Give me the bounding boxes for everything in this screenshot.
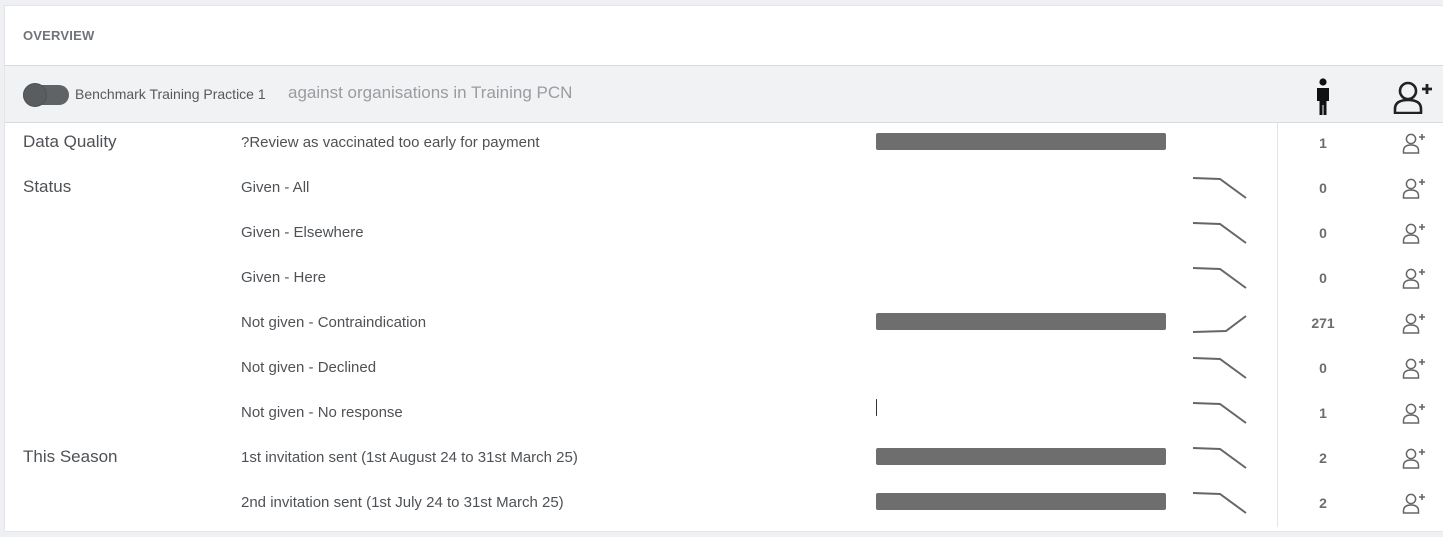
table-row[interactable]: Given - Here 0 <box>5 259 1443 304</box>
trend-sparkline <box>1192 447 1247 469</box>
row-label[interactable]: Not given - Contraindication <box>241 314 426 331</box>
row-label[interactable]: Given - All <box>241 179 309 196</box>
add-person-icon[interactable] <box>1402 492 1426 514</box>
benchmark-bar-fill <box>876 399 877 416</box>
row-count: 271 <box>1311 315 1335 331</box>
row-count: 2 <box>1319 450 1327 466</box>
add-person-icon[interactable] <box>1402 177 1426 199</box>
table-row[interactable]: This Season 1st invitation sent (1st Augu… <box>5 439 1443 484</box>
row-label[interactable]: 2nd invitation sent (1st July 24 to 31st… <box>241 494 564 511</box>
trend-sparkline <box>1192 492 1247 514</box>
add-person-icon[interactable] <box>1402 222 1426 244</box>
row-category: Status <box>23 177 72 196</box>
table-row[interactable]: Data Quality ?Review as vaccinated too ea… <box>5 124 1443 169</box>
table-row[interactable]: Not given - Declined 0 <box>5 349 1443 394</box>
add-person-icon[interactable] <box>1402 357 1426 379</box>
row-label[interactable]: Given - Elsewhere <box>241 224 364 241</box>
row-count: 2 <box>1319 495 1327 511</box>
add-person-icon[interactable] <box>1393 80 1433 114</box>
benchmark-bar-fill <box>876 448 1166 465</box>
overview-title: OVERVIEW <box>23 28 95 43</box>
trend-sparkline <box>1192 267 1247 289</box>
row-label[interactable]: Given - Here <box>241 269 326 286</box>
table-row[interactable]: Status Given - All 0 <box>5 169 1443 214</box>
overview-panel: OVERVIEW Benchmark Training Practice 1 a… <box>4 5 1443 532</box>
row-count: 0 <box>1319 180 1327 196</box>
benchmark-against-text: against organisations in Training PCN <box>288 83 573 102</box>
benchmark-bar-fill <box>876 133 1166 150</box>
row-count: 0 <box>1319 360 1327 376</box>
row-label[interactable]: ?Review as vaccinated too early for paym… <box>241 134 539 151</box>
row-count: 0 <box>1319 270 1327 286</box>
trend-sparkline <box>1192 177 1247 199</box>
add-person-icon[interactable] <box>1402 267 1426 289</box>
table-row[interactable]: Not given - No response 1 <box>5 394 1443 439</box>
add-person-icon[interactable] <box>1402 132 1426 154</box>
row-label[interactable]: Not given - No response <box>241 404 403 421</box>
row-count: 1 <box>1319 405 1327 421</box>
table-row[interactable]: Given - Elsewhere 0 <box>5 214 1443 259</box>
row-label[interactable]: Not given - Declined <box>241 359 376 376</box>
table-row[interactable]: 2nd invitation sent (1st July 24 to 31st… <box>5 484 1443 529</box>
trend-sparkline <box>1192 402 1247 424</box>
table-row[interactable]: Not given - Contraindication 271 <box>5 304 1443 349</box>
row-category: Data Quality <box>23 132 117 151</box>
trend-sparkline <box>1192 315 1247 333</box>
add-person-icon[interactable] <box>1402 447 1426 469</box>
add-person-icon[interactable] <box>1402 402 1426 424</box>
trend-sparkline <box>1192 222 1247 244</box>
benchmark-bar: Benchmark Training Practice 1 against or… <box>5 65 1443 123</box>
row-count: 0 <box>1319 225 1327 241</box>
benchmark-bar-fill <box>876 313 1166 330</box>
row-category: This Season <box>23 447 118 466</box>
person-icon <box>1317 78 1329 115</box>
practice-name: Benchmark Training Practice 1 <box>75 86 266 102</box>
benchmark-toggle[interactable] <box>23 83 69 107</box>
toggle-knob[interactable] <box>23 83 47 107</box>
add-person-icon[interactable] <box>1402 312 1426 334</box>
trend-sparkline <box>1192 357 1247 379</box>
benchmark-bar-fill <box>876 493 1166 510</box>
row-count: 1 <box>1319 135 1327 151</box>
row-label[interactable]: 1st invitation sent (1st August 24 to 31… <box>241 449 578 466</box>
